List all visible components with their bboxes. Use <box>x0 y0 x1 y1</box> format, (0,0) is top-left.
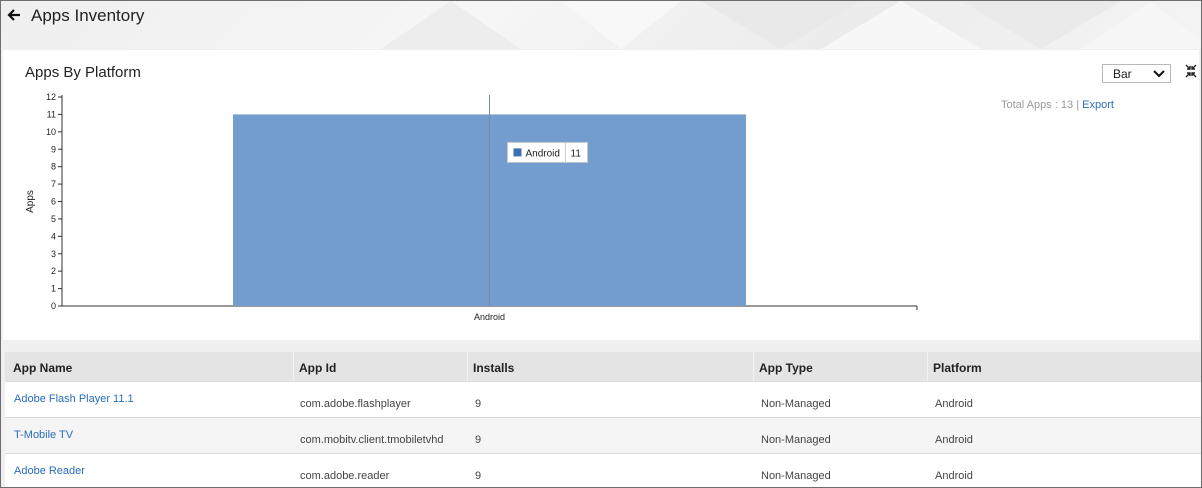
bar-chart: 0123456789101112AppsAndroidAndroid 11 <box>25 92 918 322</box>
app-name-link[interactable]: T-Mobile TV <box>14 429 73 441</box>
header-background-pattern <box>381 1 1201 49</box>
y-tick-label: 8 <box>51 162 56 172</box>
y-tick-label: 1 <box>51 284 56 294</box>
y-tick-label: 7 <box>51 179 56 189</box>
installs-cell: 9 <box>475 398 482 410</box>
column-divider <box>927 352 928 381</box>
x-tick-label: Android <box>474 312 505 322</box>
column-header-installs[interactable]: Installs <box>473 361 514 375</box>
app-id-cell: com.adobe.reader <box>300 470 390 482</box>
y-tick-label: 5 <box>51 214 56 224</box>
tooltip-swatch <box>513 148 522 157</box>
column-divider <box>753 352 754 381</box>
column-divider <box>293 352 294 381</box>
installs-cell: 9 <box>475 470 482 482</box>
app-type-cell: Non-Managed <box>761 470 831 482</box>
back-arrow-icon[interactable] <box>7 8 21 22</box>
tooltip-label: Android <box>526 148 560 159</box>
y-axis-label: Apps <box>25 190 36 213</box>
chart-type-select[interactable]: Bar <box>1102 64 1171 83</box>
chart-panel: Apps By Platform Bar Total Apps : 13 | E… <box>3 50 1199 340</box>
table-row[interactable]: Adobe Flash Player 11.1 com.adobe.flashp… <box>5 381 1201 417</box>
app-name-link[interactable]: Adobe Flash Player 11.1 <box>14 393 134 405</box>
platform-cell: Android <box>935 434 973 446</box>
app-type-cell: Non-Managed <box>761 434 831 446</box>
y-tick-label: 10 <box>46 127 56 137</box>
table-row[interactable]: Adobe Reader com.adobe.reader 9 Non-Mana… <box>5 453 1201 487</box>
column-header-platform[interactable]: Platform <box>933 361 982 375</box>
total-apps: Total Apps : 13 | Export <box>1001 99 1114 111</box>
platform-cell: Android <box>935 398 973 410</box>
collapse-icon[interactable] <box>1185 64 1197 78</box>
y-tick-label: 3 <box>51 249 56 259</box>
total-apps-label: Total Apps : 13 | <box>1001 99 1080 111</box>
page-title: Apps Inventory <box>31 6 145 25</box>
app-id-cell: com.mobitv.client.tmobiletvhd <box>300 434 444 446</box>
export-link[interactable]: Export <box>1082 99 1114 111</box>
column-header-app-id[interactable]: App Id <box>299 361 336 375</box>
y-tick-label: 9 <box>51 144 56 154</box>
y-tick-label: 0 <box>51 301 56 311</box>
column-header-app-name[interactable]: App Name <box>13 361 72 375</box>
y-tick-label: 11 <box>47 109 56 119</box>
app-type-cell: Non-Managed <box>761 398 831 410</box>
chevron-down-icon <box>1153 70 1165 78</box>
installs-cell: 9 <box>475 434 482 446</box>
y-tick-label: 4 <box>51 231 56 241</box>
tooltip-value: 11 <box>571 148 582 159</box>
app-name-link[interactable]: Adobe Reader <box>14 465 85 477</box>
platform-cell: Android <box>935 470 973 482</box>
header-bar: Apps Inventory <box>1 1 1201 49</box>
y-tick-label: 12 <box>46 92 56 102</box>
app-id-cell: com.adobe.flashplayer <box>300 398 411 410</box>
table-row[interactable]: T-Mobile TV com.mobitv.client.tmobiletvh… <box>5 417 1201 453</box>
y-tick-label: 6 <box>51 197 56 207</box>
chart-type-value: Bar <box>1113 67 1132 81</box>
y-tick-label: 2 <box>51 266 56 276</box>
app-window: Apps Inventory Apps By Platform Bar Tota… <box>0 0 1202 488</box>
table-header: App Name App Id Installs App Type Platfo… <box>5 352 1201 381</box>
column-header-app-type[interactable]: App Type <box>759 361 813 375</box>
column-divider <box>467 352 468 381</box>
